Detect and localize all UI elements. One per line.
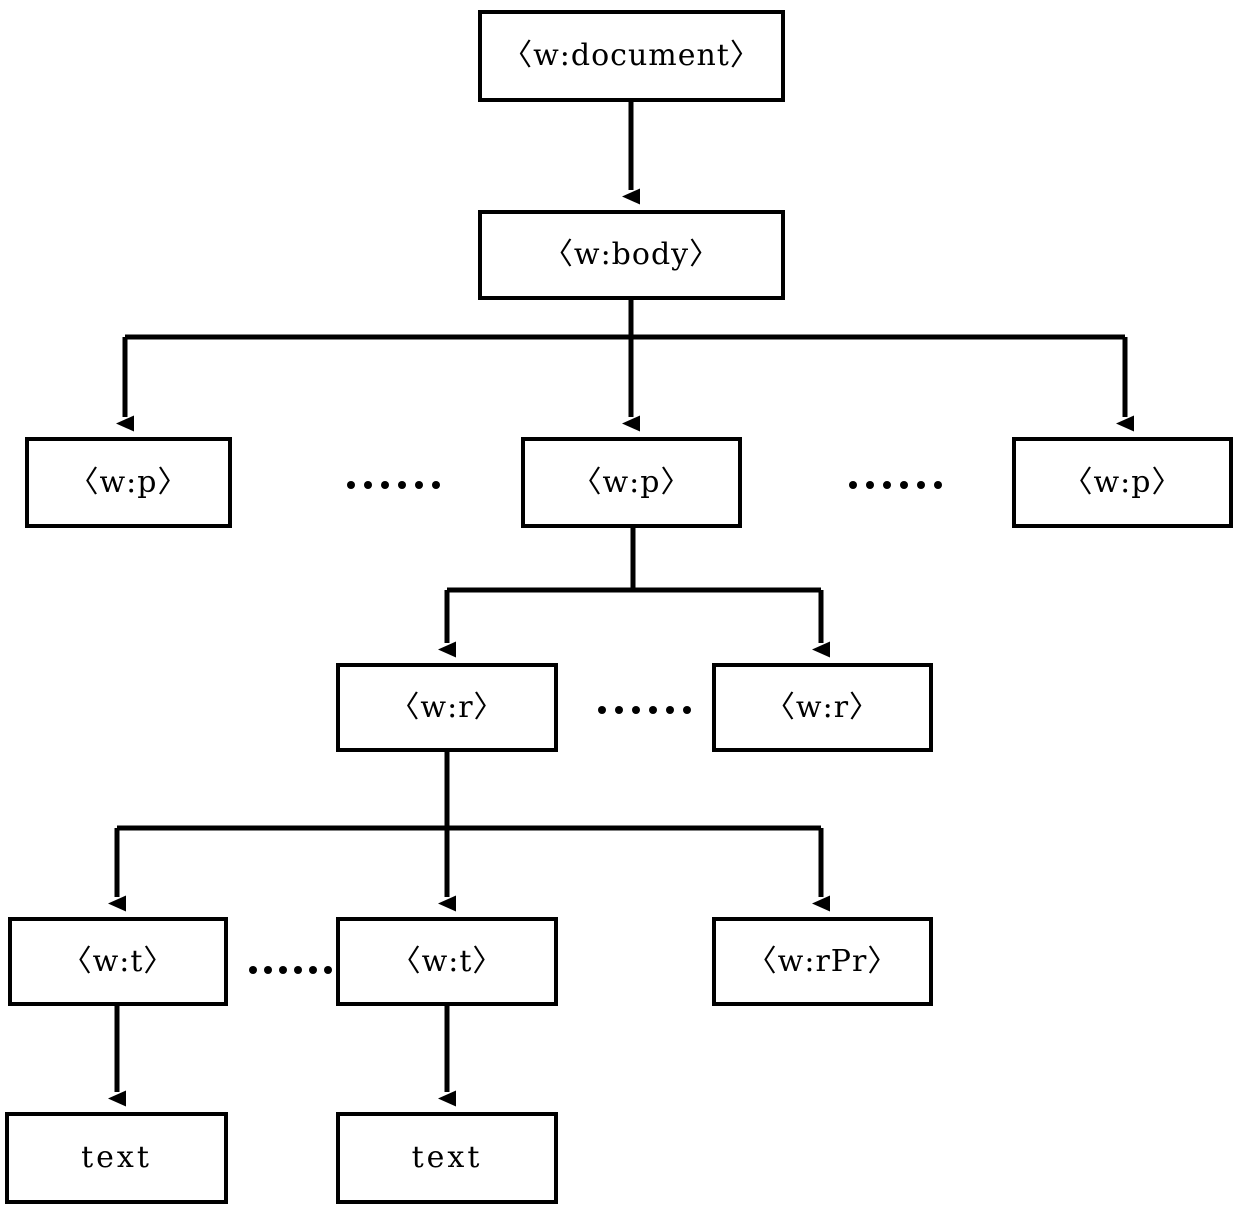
ellipsis-dot	[364, 481, 372, 489]
ellipsis-dot	[849, 481, 857, 489]
node-text-mid-label: text	[411, 1140, 483, 1175]
ellipsis-dot	[309, 966, 317, 974]
ellipsis-dot	[249, 966, 257, 974]
node-w-p-right-label: 〈w:p〉	[1062, 464, 1183, 500]
ellipsis-dot	[415, 481, 423, 489]
node-w-rpr-label: 〈w:rPr〉	[746, 943, 899, 979]
ellipsis-dot	[883, 481, 891, 489]
ellipsis-dot	[381, 481, 389, 489]
node-w-p-left[interactable]: 〈w:p〉	[25, 437, 232, 528]
node-w-t-left[interactable]: 〈w:t〉	[8, 917, 228, 1006]
node-text-left-label: text	[81, 1140, 152, 1175]
ellipsis-dot	[615, 706, 623, 714]
node-w-p-mid-label: 〈w:p〉	[571, 464, 692, 500]
ellipsis-dot	[666, 706, 674, 714]
node-w-r-right-label: 〈w:r〉	[764, 689, 881, 725]
ellipsis-dot	[347, 481, 355, 489]
ellipsis-dot	[683, 706, 691, 714]
ellipsis-dot	[398, 481, 406, 489]
ellipsis-p-row-left	[347, 481, 440, 489]
ellipsis-dot	[866, 481, 874, 489]
node-w-p-right[interactable]: 〈w:p〉	[1012, 437, 1233, 528]
ellipsis-dot	[900, 481, 908, 489]
ellipsis-dot	[917, 481, 925, 489]
node-w-r-left[interactable]: 〈w:r〉	[336, 663, 558, 752]
node-w-t-left-label: 〈w:t〉	[61, 943, 175, 979]
ellipsis-dot	[294, 966, 302, 974]
node-w-rpr[interactable]: 〈w:rPr〉	[712, 917, 933, 1006]
ellipsis-p-row-right	[849, 481, 942, 489]
node-w-p-mid[interactable]: 〈w:p〉	[521, 437, 742, 528]
node-w-t-mid[interactable]: 〈w:t〉	[336, 917, 558, 1006]
ellipsis-dot	[598, 706, 606, 714]
node-w-body-label: 〈w:body〉	[542, 237, 721, 272]
node-w-document-label: 〈w:document〉	[502, 38, 761, 73]
ellipsis-dot	[632, 706, 640, 714]
node-text-left[interactable]: text	[5, 1112, 228, 1204]
ellipsis-dot	[649, 706, 657, 714]
node-w-r-left-label: 〈w:r〉	[389, 689, 505, 725]
node-w-document[interactable]: 〈w:document〉	[478, 10, 785, 102]
diagram-canvas: 〈w:document〉 〈w:body〉 〈w:p〉 〈w:p〉 〈w:p〉 …	[0, 0, 1240, 1210]
ellipsis-dot	[432, 481, 440, 489]
node-w-r-right[interactable]: 〈w:r〉	[712, 663, 933, 752]
node-w-body[interactable]: 〈w:body〉	[478, 210, 785, 300]
node-w-p-left-label: 〈w:p〉	[68, 464, 189, 500]
ellipsis-dot	[264, 966, 272, 974]
ellipsis-dot	[934, 481, 942, 489]
node-w-t-mid-label: 〈w:t〉	[390, 943, 504, 979]
node-text-mid[interactable]: text	[336, 1112, 558, 1204]
ellipsis-r-row	[598, 706, 691, 714]
connector-layer	[108, 102, 1134, 1107]
ellipsis-dot	[279, 966, 287, 974]
ellipsis-dot	[324, 966, 332, 974]
ellipsis-t-row	[249, 966, 332, 974]
